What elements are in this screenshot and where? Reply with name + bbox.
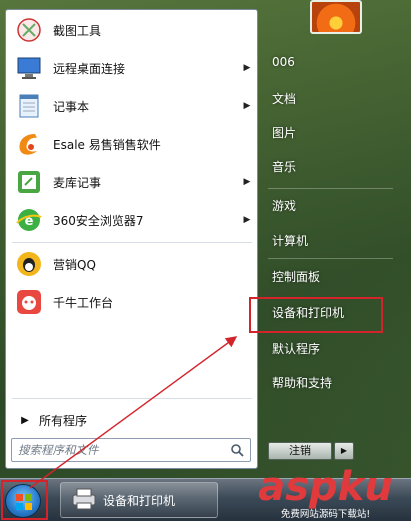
program-item-marketing-qq[interactable]: 营销QQ <box>9 246 254 282</box>
right-item-documents[interactable]: 文档 <box>264 85 394 111</box>
divider <box>268 258 393 259</box>
taskbar-window-label: 设备和打印机 <box>103 493 176 508</box>
notepad-icon <box>13 90 45 122</box>
watermark-logo: aspku <box>258 464 393 510</box>
remote-desktop-icon <box>13 52 45 84</box>
program-label: 麦库记事 <box>53 175 102 190</box>
submenu-arrow-icon: ▶ <box>243 177 251 187</box>
logoff-button[interactable]: 注销 <box>268 442 332 460</box>
search-input[interactable]: 搜索程序和文件 <box>11 438 251 462</box>
memo-icon <box>13 166 45 198</box>
scissors-icon <box>13 14 45 46</box>
right-item-default-programs[interactable]: 默认程序 <box>264 335 394 361</box>
highlight-box <box>249 297 383 333</box>
program-label: 千牛工作台 <box>53 295 114 310</box>
esale-icon <box>13 128 45 160</box>
taskbar-window-devices-printers[interactable]: 设备和打印机 <box>60 482 218 518</box>
user-picture[interactable] <box>310 0 362 34</box>
program-label: 360安全浏览器7 <box>53 213 144 228</box>
watermark: aspku 免费网站源码下载站! <box>240 466 411 521</box>
start-highlight-box <box>1 480 48 520</box>
chevron-right-icon: ▶ <box>340 446 348 455</box>
right-item-label: 文档 <box>272 91 297 106</box>
program-label: Esale 易售销售软件 <box>53 137 161 152</box>
program-item-360-browser[interactable]: e 360安全浏览器7 ▶ <box>9 202 254 238</box>
right-item-user-folder[interactable]: 006 <box>264 49 394 75</box>
program-item-notepad[interactable]: 记事本 ▶ <box>9 88 254 124</box>
logoff-label: 注销 <box>289 444 311 457</box>
right-item-label: 默认程序 <box>272 341 321 356</box>
program-label: 营销QQ <box>53 257 96 272</box>
all-programs-label: 所有程序 <box>39 413 88 428</box>
search-placeholder: 搜索程序和文件 <box>18 443 99 457</box>
program-label: 记事本 <box>53 99 90 114</box>
right-item-games[interactable]: 游戏 <box>264 192 394 218</box>
program-item-snipping-tool[interactable]: 截图工具 <box>9 12 254 48</box>
right-item-computer[interactable]: 计算机 <box>264 227 394 253</box>
program-label: 截图工具 <box>53 23 102 38</box>
all-programs-button[interactable]: ▶ 所有程序 <box>11 407 251 433</box>
watermark-subtitle: 免费网站源码下载站! <box>280 509 371 520</box>
right-item-help-support[interactable]: 帮助和支持 <box>264 369 394 395</box>
program-item-qianniu[interactable]: 千牛工作台 <box>9 284 254 320</box>
qq-icon <box>13 248 45 280</box>
divider <box>12 398 252 399</box>
right-item-pictures[interactable]: 图片 <box>264 119 394 145</box>
program-item-esale[interactable]: Esale 易售销售软件 <box>9 126 254 162</box>
submenu-arrow-icon: ▶ <box>243 63 251 73</box>
right-item-music[interactable]: 音乐 <box>264 153 394 179</box>
right-item-label: 游戏 <box>272 198 297 213</box>
logoff-options-button[interactable]: ▶ <box>334 442 354 460</box>
printer-icon <box>69 487 99 514</box>
divider <box>12 242 252 243</box>
right-item-label: 音乐 <box>272 159 297 174</box>
right-item-label: 图片 <box>272 125 297 140</box>
program-item-maiku[interactable]: 麦库记事 ▶ <box>9 164 254 200</box>
submenu-arrow-icon: ▶ <box>243 215 251 225</box>
right-item-label: 帮助和支持 <box>272 375 333 390</box>
program-item-remote-desktop[interactable]: 远程桌面连接 ▶ <box>9 50 254 86</box>
places-pane: 006 文档 图片 音乐 游戏 计算机 控制面板 设备和打印机 默认程序 帮助和… <box>258 0 411 478</box>
programs-pane: 截图工具 远程桌面连接 ▶ 记事本 ▶ Esale 易售销售软件 麦库记事 ▶ … <box>5 9 258 469</box>
search-icon[interactable] <box>230 443 244 457</box>
submenu-arrow-icon: ▶ <box>243 101 251 111</box>
program-label: 远程桌面连接 <box>53 61 126 76</box>
right-item-control-panel[interactable]: 控制面板 <box>264 263 394 289</box>
start-menu: 截图工具 远程桌面连接 ▶ 记事本 ▶ Esale 易售销售软件 麦库记事 ▶ … <box>0 0 411 478</box>
right-item-label: 计算机 <box>272 233 309 248</box>
divider <box>268 188 393 189</box>
qianniu-icon <box>13 286 45 318</box>
right-item-label: 控制面板 <box>272 269 321 284</box>
right-item-label: 006 <box>272 55 295 69</box>
play-arrow-icon: ▶ <box>21 414 29 426</box>
browser-360-icon: e <box>13 204 45 236</box>
